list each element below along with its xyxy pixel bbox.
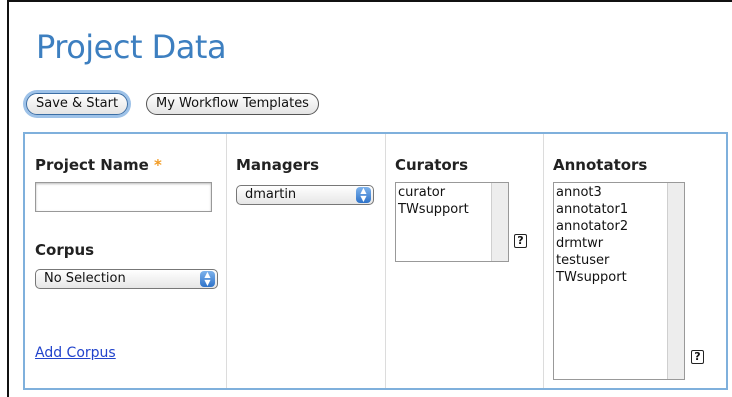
column-divider: [226, 134, 227, 388]
annotators-label: Annotators: [553, 156, 648, 174]
annotators-list: annot3 annotator1 annotator2 drmtwr test…: [556, 184, 628, 286]
window-frame-top: [7, 0, 732, 2]
project-name-input[interactable]: [35, 182, 212, 212]
window-frame-left: [7, 0, 9, 397]
list-item[interactable]: annotator2: [556, 218, 628, 235]
managers-label: Managers: [236, 156, 320, 174]
project-name-label: Project Name *: [35, 156, 162, 174]
corpus-select-value: No Selection: [44, 271, 126, 286]
corpus-select[interactable]: No Selection ▲ ▼: [35, 269, 218, 289]
list-item[interactable]: curator: [398, 184, 469, 201]
project-form-panel: Project Name * Corpus No Selection ▲ ▼ Ad…: [23, 132, 728, 390]
column-divider: [385, 134, 386, 388]
curators-list: curator TWsupport: [398, 184, 469, 218]
add-corpus-link[interactable]: Add Corpus: [35, 345, 116, 361]
list-item[interactable]: annot3: [556, 184, 628, 201]
list-item[interactable]: TWsupport: [556, 269, 628, 286]
list-item[interactable]: annotator1: [556, 201, 628, 218]
list-item[interactable]: testuser: [556, 252, 628, 269]
required-mark: *: [154, 156, 162, 174]
annotators-listbox[interactable]: annot3 annotator1 annotator2 drmtwr test…: [553, 182, 685, 380]
workflow-templates-button[interactable]: My Workflow Templates: [146, 93, 319, 115]
list-item[interactable]: TWsupport: [398, 201, 469, 218]
managers-select[interactable]: dmartin ▲ ▼: [236, 185, 374, 205]
save-start-button[interactable]: Save & Start: [26, 93, 129, 115]
page-title: Project Data: [36, 28, 227, 66]
curators-label: Curators: [395, 156, 469, 174]
select-arrows-icon: ▲ ▼: [356, 187, 371, 203]
column-divider: [543, 134, 544, 388]
corpus-label: Corpus: [35, 241, 95, 259]
scrollbar[interactable]: [667, 183, 684, 379]
managers-select-value: dmartin: [245, 187, 297, 202]
curators-listbox[interactable]: curator TWsupport: [395, 182, 509, 262]
select-arrows-icon: ▲ ▼: [200, 271, 215, 287]
scrollbar[interactable]: [491, 183, 508, 261]
list-item[interactable]: drmtwr: [556, 235, 628, 252]
help-icon[interactable]: ?: [691, 350, 704, 364]
help-icon[interactable]: ?: [514, 234, 527, 248]
